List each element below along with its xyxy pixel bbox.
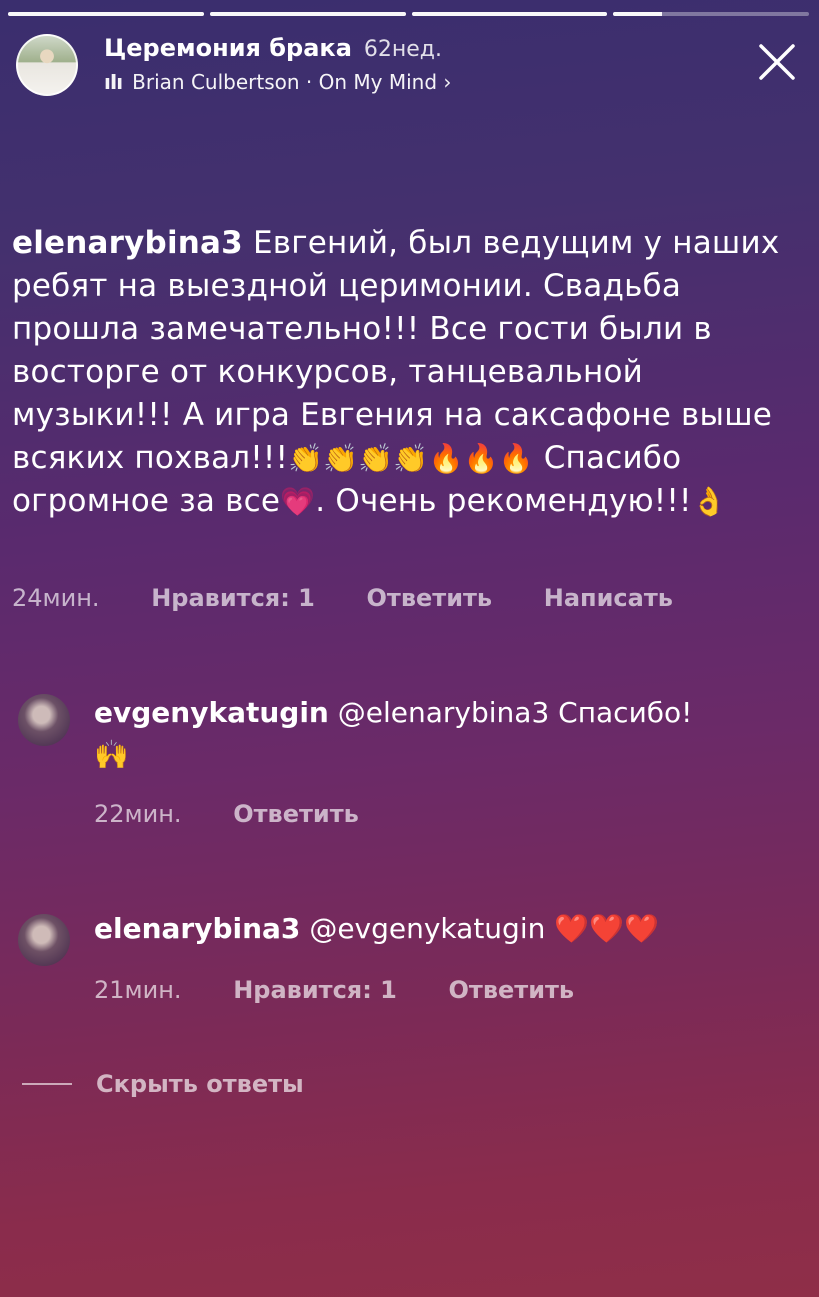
likes-count[interactable]: Нравится: 1 [151,584,315,612]
progress-segment [613,12,809,16]
hide-replies-button[interactable]: Скрыть ответы [22,1070,304,1098]
reply-meta: 21мин. Нравится: 1 Ответить [94,976,618,1004]
avatar[interactable] [18,914,70,966]
progress-segment [8,12,204,16]
comment-time: 24мин. [12,584,100,612]
close-icon [759,44,795,80]
likes-count[interactable]: Нравится: 1 [233,976,397,1004]
progress-segment [411,12,608,16]
music-attribution[interactable]: ıIı Brian Culbertson · On My Mind › [104,70,451,94]
story-title[interactable]: Церемония брака 62нед. [104,34,442,62]
divider-line [22,1083,72,1085]
comment-meta: 24мин. Нравится: 1 Ответить Написать [12,584,717,612]
progress-segment [209,12,406,16]
clap-fire-emojis: 👏👏👏👏🔥🔥🔥 [288,442,534,475]
reply-button[interactable]: Ответить [367,584,493,612]
ok-hand-emoji: 👌 [691,485,727,518]
reply-time: 22мин. [94,800,182,828]
reply-button[interactable]: Ответить [233,800,359,828]
audio-bars-icon: ıIı [104,70,123,94]
reply-meta: 22мин. Ответить [94,800,403,828]
reply-comment: elenarybina3 @evgenykatugin ❤️❤️❤️ [94,912,659,945]
comment-body: elenarybina3 Евгений, был ведущим у наши… [12,225,780,519]
reply-username[interactable]: elenarybina3 [94,912,300,945]
reply-comment: evgenykatugin @elenarybina3 Спасибо! 🙌 [94,696,693,771]
close-button[interactable] [755,40,799,84]
story-progress-bar [8,12,809,16]
write-button[interactable]: Написать [544,584,673,612]
story-header: Церемония брака 62нед. ıIı Brian Culbertso… [16,32,803,98]
reply-username[interactable]: evgenykatugin [94,696,329,729]
hearts-emoji: ❤️❤️❤️ [554,912,659,945]
avatar[interactable] [18,694,70,746]
reply-button[interactable]: Ответить [449,976,575,1004]
avatar[interactable] [16,34,78,96]
story-age: 62нед. [363,37,443,62]
raised-hands-emoji: 🙌 [94,738,129,771]
heart-emoji: 💗 [280,485,316,518]
reply-time: 21мин. [94,976,182,1004]
comment-username[interactable]: elenarybina3 [12,225,243,261]
